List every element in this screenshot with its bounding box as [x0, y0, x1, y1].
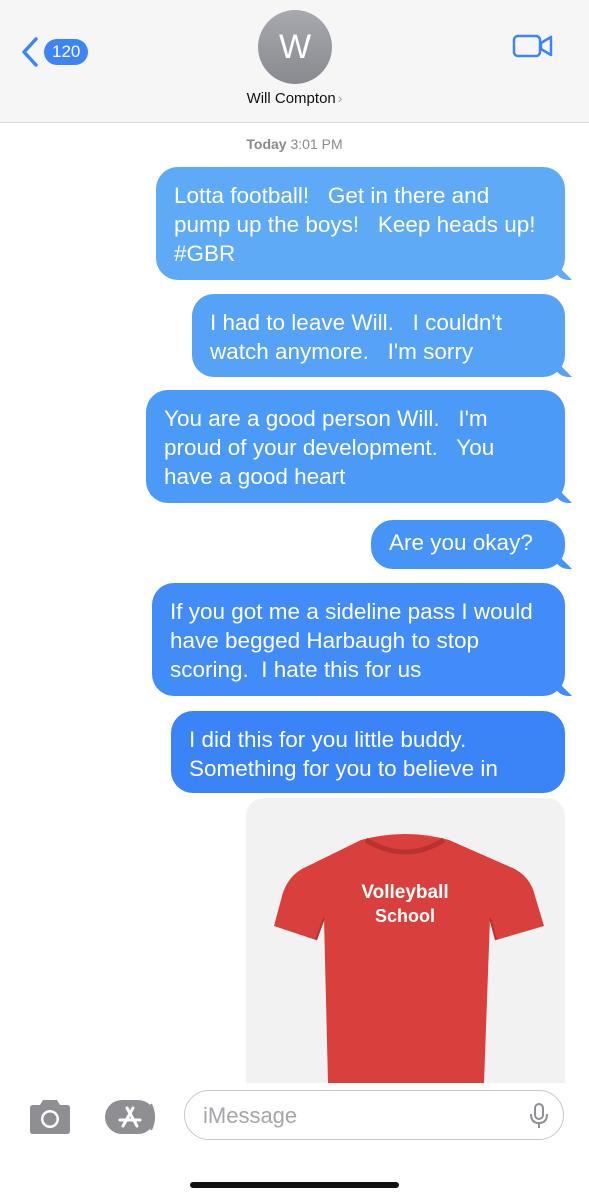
camera-button[interactable] — [26, 1098, 74, 1141]
message-text: Are you okay? — [389, 530, 533, 555]
sent-message-bubble[interactable]: I had to leave Will. I couldn't watch an… — [192, 294, 565, 377]
video-camera-icon — [512, 34, 553, 58]
chevron-right-icon: › — [337, 90, 343, 106]
tshirt-image: Volleyball School — [274, 834, 544, 1083]
message-text: Lotta football! Get in there and pump up… — [174, 183, 549, 266]
microphone-icon — [530, 1103, 548, 1128]
message-timestamp: Today 3:01 PM — [0, 136, 589, 152]
app-store-button[interactable] — [103, 1098, 159, 1141]
timestamp-day: Today — [246, 136, 287, 152]
sent-message-bubble[interactable]: I did this for you little buddy. Somethi… — [171, 711, 565, 793]
message-text: You are a good person Will. I'm proud of… — [164, 406, 501, 489]
contact-avatar[interactable]: W — [258, 10, 332, 84]
image-attachment[interactable]: Volleyball School — [246, 798, 565, 1083]
conversation-header: 120 W Will Compton › — [0, 0, 589, 123]
shirt-text-line2: School — [375, 906, 435, 926]
camera-icon — [30, 1100, 70, 1134]
contact-name: Will Compton — [246, 90, 336, 107]
imessage-input[interactable]: iMessage — [184, 1090, 564, 1140]
shirt-text-line1: Volleyball — [361, 882, 448, 903]
chevron-left-icon — [22, 37, 38, 67]
unread-count-badge: 120 — [44, 39, 89, 65]
sent-message-bubble[interactable]: Lotta football! Get in there and pump up… — [156, 167, 565, 280]
facetime-video-button[interactable] — [512, 32, 554, 65]
contact-name-button[interactable]: Will Compton › — [0, 90, 589, 107]
sent-message-bubble[interactable]: You are a good person Will. I'm proud of… — [146, 390, 565, 503]
home-indicator[interactable] — [190, 1182, 399, 1188]
sent-message-bubble[interactable]: Are you okay? — [371, 520, 565, 569]
back-button[interactable]: 120 — [20, 36, 89, 68]
message-text: If you got me a sideline pass I would ha… — [170, 599, 539, 682]
avatar-initial: W — [278, 27, 312, 66]
timestamp-time: 3:01 PM — [290, 136, 343, 152]
message-text: I did this for you little buddy. Somethi… — [189, 727, 498, 781]
input-placeholder: iMessage — [203, 1103, 298, 1128]
message-text: I had to leave Will. I couldn't watch an… — [210, 310, 509, 364]
app-store-icon — [105, 1100, 155, 1134]
sent-message-bubble[interactable]: If you got me a sideline pass I would ha… — [152, 583, 565, 696]
dictation-button[interactable] — [529, 1102, 549, 1135]
